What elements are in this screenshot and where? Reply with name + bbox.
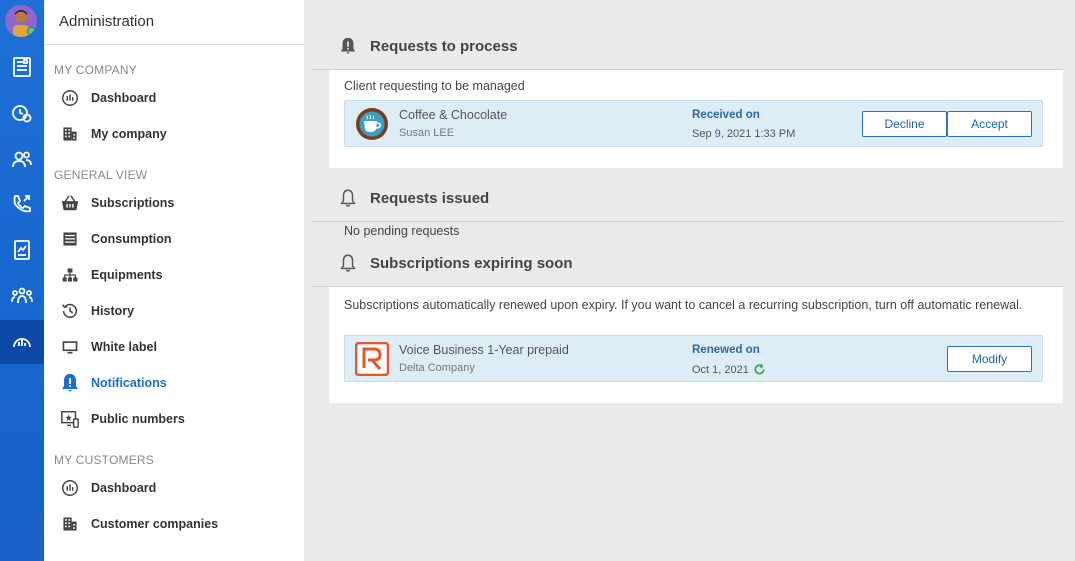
rail-reports[interactable] [0, 228, 44, 272]
sidebar-item-equipments[interactable]: Equipments [59, 263, 163, 287]
section-divider [312, 221, 1063, 222]
phone-icon [13, 195, 31, 213]
sidebar-item-label: Dashboard [91, 91, 157, 105]
requests-to-process-header: Requests to process [338, 36, 518, 56]
coffee-cup-icon [356, 108, 388, 140]
product-logo [354, 341, 390, 377]
accept-button[interactable]: Accept [947, 111, 1032, 137]
sidebar-title: Administration [59, 13, 155, 30]
dashboard-icon [59, 477, 81, 499]
sidebar-item-label: My company [91, 127, 167, 141]
sidebar-divider [44, 44, 304, 45]
rail-administration[interactable] [0, 320, 44, 364]
sidebar-item-label: History [91, 304, 135, 318]
sidebar-item-dashboard[interactable]: Dashboard [59, 86, 156, 110]
bell-alert-icon [59, 372, 81, 394]
auto-renew-icon [754, 363, 765, 375]
list-icon [59, 228, 81, 250]
section-my-customers: MY CUSTOMERS [54, 453, 154, 467]
admin-sidebar: Administration MY COMPANY Dashboard My c… [44, 0, 304, 561]
sidebar-item-label: Public numbers [91, 412, 185, 426]
sidebar-item-consumption[interactable]: Consumption [59, 227, 172, 251]
admin-dashboard-icon [13, 338, 31, 348]
building-icon [59, 123, 81, 145]
sidebar-item-subscriptions[interactable]: Subscriptions [59, 191, 174, 215]
basket-icon [59, 192, 81, 214]
request-description: Client requesting to be managed [344, 79, 525, 93]
history-icon [59, 300, 81, 322]
subscription-name: Voice Business 1-Year prepaid [399, 343, 569, 357]
clock-icon [12, 105, 32, 123]
public-numbers-icon [59, 408, 81, 430]
rail-presence[interactable] [0, 91, 44, 135]
sidebar-item-label: Notifications [91, 376, 167, 390]
building-icon [59, 513, 81, 535]
sidebar-item-my-company[interactable]: My company [59, 122, 167, 146]
subscriptions-expiring-header: Subscriptions expiring soon [338, 253, 573, 273]
sidebar-item-label: White label [91, 340, 157, 354]
user-avatar[interactable] [5, 5, 37, 37]
section-title: Subscriptions expiring soon [370, 254, 573, 272]
sidebar-item-public-numbers[interactable]: Public numbers [59, 407, 185, 431]
sidebar-item-label: Consumption [91, 232, 172, 246]
renewed-label: Renewed on [692, 344, 760, 356]
subscriptions-description: Subscriptions automatically renewed upon… [344, 298, 1023, 312]
users-icon [12, 151, 32, 168]
subscription-card: Voice Business 1-Year prepaid Delta Comp… [344, 335, 1043, 382]
sidebar-item-label: Customer companies [91, 517, 219, 531]
client-name: Coffee & Chocolate [399, 108, 508, 122]
sidebar-item-label: Equipments [91, 268, 163, 282]
bell-alert-icon [340, 37, 356, 54]
app-rail [0, 0, 44, 561]
sidebar-item-label: Dashboard [91, 481, 157, 495]
section-general-view: GENERAL VIEW [54, 168, 148, 182]
renewed-info: Oct 1, 2021 [692, 363, 766, 376]
report-icon [14, 240, 30, 260]
rail-directory[interactable] [0, 45, 44, 89]
sidebar-item-white-label[interactable]: White label [59, 335, 157, 359]
client-contact: Susan LEE [399, 127, 455, 139]
sidebar-item-label: Subscriptions [91, 196, 175, 210]
section-my-company: MY COMPANY [54, 63, 137, 77]
bell-icon [340, 189, 356, 207]
subscription-company: Delta Company [399, 362, 475, 374]
online-status-icon [27, 27, 36, 36]
monitor-icon [59, 336, 81, 358]
renewed-date: Oct 1, 2021 [692, 363, 749, 376]
rail-contacts[interactable] [0, 137, 44, 181]
received-date: Sep 9, 2021 1:33 PM [692, 128, 796, 140]
decline-button[interactable]: Decline [862, 111, 947, 137]
sidebar-item-customers-dashboard[interactable]: Dashboard [59, 476, 156, 500]
directory-icon [13, 57, 31, 77]
r-logo-icon [354, 341, 390, 377]
rail-calls[interactable] [0, 182, 44, 226]
groups-icon [11, 287, 33, 304]
received-label: Received on [692, 109, 760, 121]
sidebar-item-customer-companies[interactable]: Customer companies [59, 512, 218, 536]
section-title: Requests to process [370, 37, 518, 55]
hierarchy-icon [59, 264, 81, 286]
rail-groups[interactable] [0, 274, 44, 318]
sidebar-item-history[interactable]: History [59, 299, 134, 323]
requests-issued-header: Requests issued [338, 188, 489, 208]
bell-icon [340, 254, 356, 272]
no-pending-text: No pending requests [344, 224, 460, 238]
dashboard-icon [59, 87, 81, 109]
section-title: Requests issued [370, 189, 490, 207]
sidebar-item-notifications[interactable]: Notifications [59, 371, 167, 395]
modify-button[interactable]: Modify [947, 346, 1032, 372]
coffee-logo [355, 107, 389, 141]
